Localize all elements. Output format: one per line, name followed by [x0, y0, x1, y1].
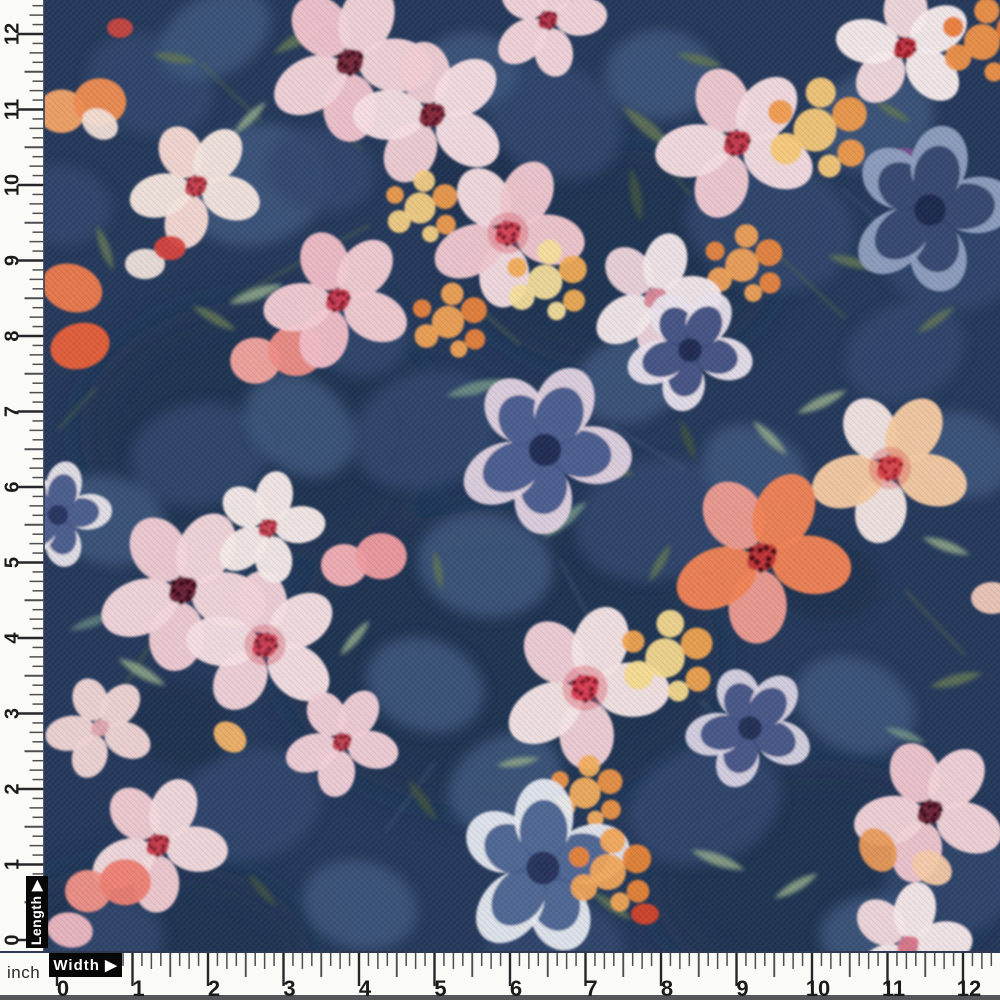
length-ruler-number: 3 [2, 708, 24, 719]
inch-unit-label: inch [7, 963, 40, 983]
length-ruler-label: Length ▶ [26, 876, 48, 948]
width-ruler-number: 10 [806, 976, 830, 1000]
width-ruler-number: 9 [736, 976, 748, 1000]
fabric-listing-image: 01234567891011120123456789101112 Length … [0, 0, 1000, 1000]
fabric-weave-texture [44, 0, 1000, 951]
width-label-text: Width ▶ [53, 956, 117, 974]
width-ruler-number: 8 [661, 976, 673, 1000]
width-ruler-number: 1 [132, 976, 144, 1000]
length-label-text: Length ▶ [29, 879, 46, 944]
width-ruler-number: 6 [510, 976, 522, 1000]
length-ruler-number: 7 [2, 406, 24, 417]
width-ruler-number: 7 [585, 976, 597, 1000]
width-ruler-number: 2 [208, 976, 220, 1000]
width-ruler-number: 12 [957, 976, 981, 1000]
length-ruler-number: 9 [2, 255, 24, 266]
length-ruler-number: 0 [2, 934, 24, 945]
fabric-photo: 01234567891011120123456789101112 [0, 0, 1000, 1000]
width-ruler-number: 3 [283, 976, 295, 1000]
width-ruler-number: 4 [359, 976, 372, 1000]
length-ruler-number: 5 [2, 557, 24, 568]
length-ruler-number: 8 [2, 330, 24, 341]
length-ruler-number: 11 [2, 99, 24, 120]
length-ruler-number: 12 [2, 23, 24, 45]
length-ruler-number: 6 [2, 481, 24, 492]
length-ruler-number: 10 [2, 174, 24, 196]
length-ruler-number: 2 [2, 783, 24, 794]
width-ruler-number: 5 [434, 976, 446, 1000]
width-ruler-number: 11 [882, 976, 905, 1000]
length-ruler-number: 1 [2, 859, 24, 870]
width-ruler-label: Width ▶ [49, 953, 122, 977]
width-ruler-number: 0 [57, 976, 69, 1000]
length-ruler-number: 4 [2, 632, 24, 644]
